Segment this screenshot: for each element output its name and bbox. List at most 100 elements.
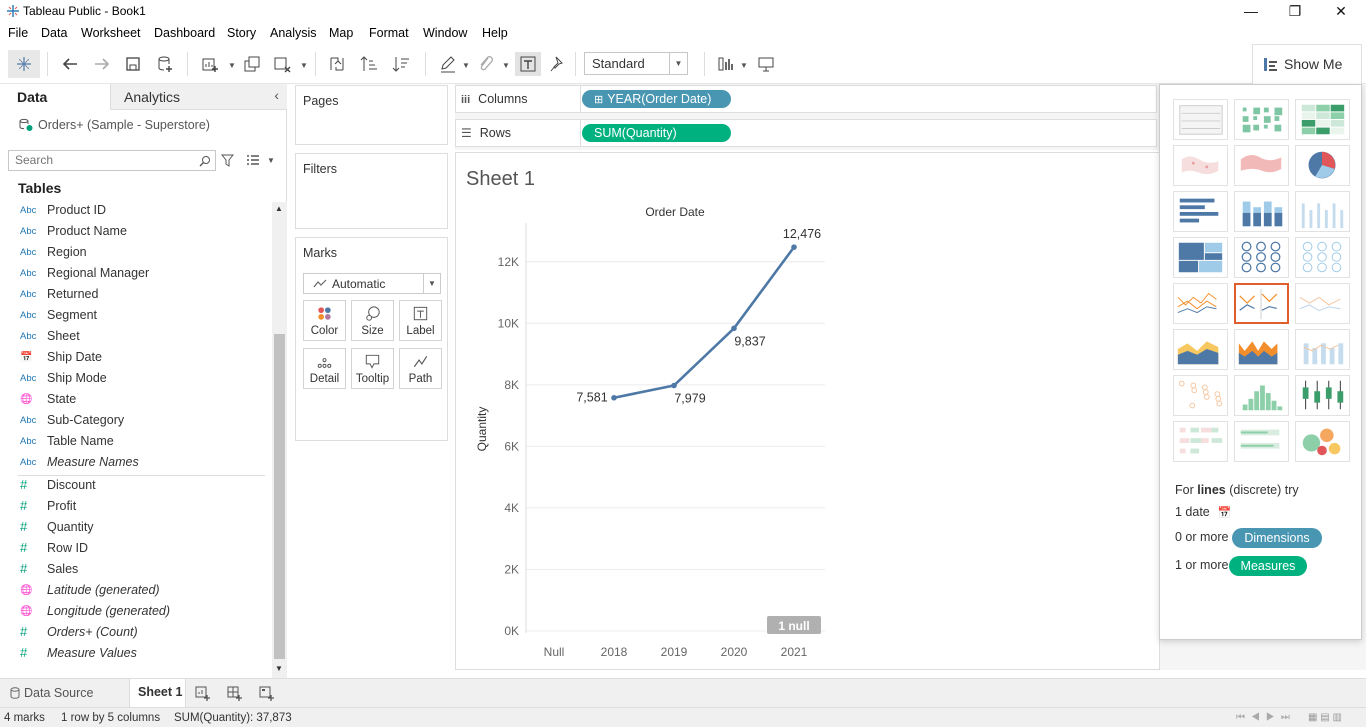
show-cards-icon[interactable] (714, 52, 738, 76)
color-button[interactable]: Color (303, 300, 346, 341)
field-item[interactable]: # Discount (0, 476, 272, 497)
sheet-navigation-icon[interactable]: ⏮◀▶⏭ (1236, 712, 1296, 723)
menu-data[interactable]: Data (41, 26, 67, 40)
expand-icon[interactable]: ⊞ (594, 94, 603, 106)
new-worksheet-tab-icon[interactable] (194, 684, 212, 702)
field-item[interactable]: Abc Segment (0, 306, 272, 327)
field-item[interactable]: 🌐 Longitude (generated) (0, 602, 272, 623)
field-item[interactable]: # Profit (0, 497, 272, 518)
field-item[interactable]: # Row ID (0, 539, 272, 560)
show-me-discrete-lines-icon[interactable] (1234, 283, 1289, 324)
size-button[interactable]: Size (351, 300, 394, 341)
show-me-bullet-graph-icon[interactable] (1234, 421, 1289, 462)
show-me-treemap-icon[interactable] (1173, 237, 1228, 278)
scrollbar-thumb[interactable] (274, 334, 285, 659)
show-me-symbol-map-icon[interactable] (1173, 145, 1228, 186)
new-datasource-icon[interactable] (153, 52, 177, 76)
search-input[interactable] (15, 151, 195, 169)
field-item[interactable]: Abc Product ID (0, 201, 272, 222)
show-me-dual-combination-icon[interactable] (1295, 329, 1350, 370)
field-item[interactable]: Abc Sub-Category (0, 411, 272, 432)
show-me-pie-chart-icon[interactable] (1295, 145, 1350, 186)
field-item[interactable]: # Orders+ (Count) (0, 623, 272, 644)
show-me-heat-map-icon[interactable] (1234, 99, 1289, 140)
field-item[interactable]: Abc Ship Mode (0, 369, 272, 390)
collapse-pane-icon[interactable]: ‹ (274, 87, 279, 103)
field-item[interactable]: # Sales (0, 560, 272, 581)
sort-descending-icon[interactable] (389, 52, 413, 76)
highlight-icon[interactable] (436, 52, 460, 76)
label-button[interactable]: Label (399, 300, 442, 341)
columns-pill[interactable]: ⊞ YEAR(Order Date) (582, 90, 731, 108)
field-item[interactable]: 🌐 State (0, 390, 272, 411)
field-item[interactable]: Abc Table Name (0, 432, 272, 453)
show-me-packed-bubbles-icon[interactable] (1295, 421, 1350, 462)
restore-button[interactable]: ❐ (1272, 0, 1318, 24)
menu-help[interactable]: Help (482, 26, 508, 40)
sheet-sorter-icon[interactable]: ▦ ▤ ▥ (1308, 712, 1342, 723)
swap-rows-columns-icon[interactable] (325, 52, 349, 76)
field-item[interactable]: Abc Regional Manager (0, 264, 272, 285)
clear-sheet-icon[interactable] (270, 52, 294, 76)
line-chart[interactable]: 0K 2K 4K 6K 8K 10K 12K Order Date Quantity Null 20… (456, 153, 1161, 671)
filter-icon[interactable] (221, 154, 234, 167)
new-story-tab-icon[interactable] (258, 684, 276, 702)
show-me-horizontal-bars-icon[interactable] (1173, 191, 1228, 232)
field-item[interactable]: Abc Product Name (0, 222, 272, 243)
detail-button[interactable]: Detail (303, 348, 346, 389)
columns-shelf[interactable]: iii Columns ⊞ YEAR(Order Date) (455, 85, 1157, 113)
scroll-down-icon[interactable]: ▼ (275, 664, 283, 673)
minimize-button[interactable]: — (1228, 0, 1274, 24)
menu-format[interactable]: Format (369, 26, 409, 40)
menu-map[interactable]: Map (329, 26, 353, 40)
view-options-chevron-icon[interactable]: ▼ (267, 156, 275, 165)
show-me-continuous-lines-icon[interactable] (1173, 283, 1228, 324)
field-item[interactable]: Abc Returned (0, 285, 272, 306)
tab-sheet-1[interactable]: Sheet 1 (129, 679, 186, 707)
show-me-side-by-side-bars-icon[interactable] (1295, 191, 1350, 232)
save-icon[interactable] (121, 52, 145, 76)
filters-card[interactable]: Filters (295, 153, 448, 229)
datasource-item[interactable]: Orders+ (Sample - Superstore) (18, 117, 210, 132)
show-me-scatter-plot-icon[interactable] (1173, 375, 1228, 416)
menu-dashboard[interactable]: Dashboard (154, 26, 215, 40)
rows-pill[interactable]: SUM(Quantity) (582, 124, 731, 142)
fix-axes-icon[interactable] (546, 52, 570, 76)
duplicate-sheet-icon[interactable] (240, 52, 264, 76)
menu-story[interactable]: Story (227, 26, 256, 40)
menu-file[interactable]: File (8, 26, 28, 40)
search-field[interactable] (8, 150, 216, 171)
fit-dropdown[interactable]: Standard ▼ (584, 52, 688, 75)
undo-icon[interactable] (58, 52, 82, 76)
rows-shelf[interactable]: ☰ Rows SUM(Quantity) (455, 119, 1157, 147)
presentation-mode-icon[interactable] (754, 52, 778, 76)
tab-analytics[interactable]: Analytics ‹ (110, 84, 287, 110)
show-mark-labels-icon[interactable] (515, 52, 541, 76)
tableau-home-icon[interactable] (8, 50, 40, 78)
show-me-gantt-chart-icon[interactable] (1173, 421, 1228, 462)
tab-data-source[interactable]: Data Source (0, 679, 128, 707)
menu-window[interactable]: Window (423, 26, 467, 40)
path-button[interactable]: Path (399, 348, 442, 389)
group-members-icon[interactable] (474, 52, 498, 76)
show-me-histogram-icon[interactable] (1234, 375, 1289, 416)
show-me-button[interactable]: Show Me (1252, 44, 1362, 84)
field-item[interactable]: Abc Region (0, 243, 272, 264)
show-me-filled-map-icon[interactable] (1234, 145, 1289, 186)
show-me-highlight-table-icon[interactable] (1295, 99, 1350, 140)
pages-card[interactable]: Pages (295, 85, 448, 145)
mark-type-dropdown[interactable]: Automatic ▼ (303, 273, 441, 294)
show-me-side-by-side-circles-icon[interactable] (1295, 237, 1350, 278)
show-me-dual-lines-icon[interactable] (1295, 283, 1350, 324)
show-me-area-continuous-icon[interactable] (1173, 329, 1228, 370)
menu-analysis[interactable]: Analysis (270, 26, 317, 40)
sort-ascending-icon[interactable] (357, 52, 381, 76)
field-item[interactable]: # Quantity (0, 518, 272, 539)
field-item[interactable]: 📅 Ship Date (0, 348, 272, 369)
field-item[interactable]: # Measure Values (0, 644, 272, 665)
menu-worksheet[interactable]: Worksheet (81, 26, 141, 40)
new-dashboard-tab-icon[interactable] (226, 684, 244, 702)
show-me-area-discrete-icon[interactable] (1234, 329, 1289, 370)
tab-data[interactable]: Data (0, 84, 110, 110)
show-me-circle-views-icon[interactable] (1234, 237, 1289, 278)
